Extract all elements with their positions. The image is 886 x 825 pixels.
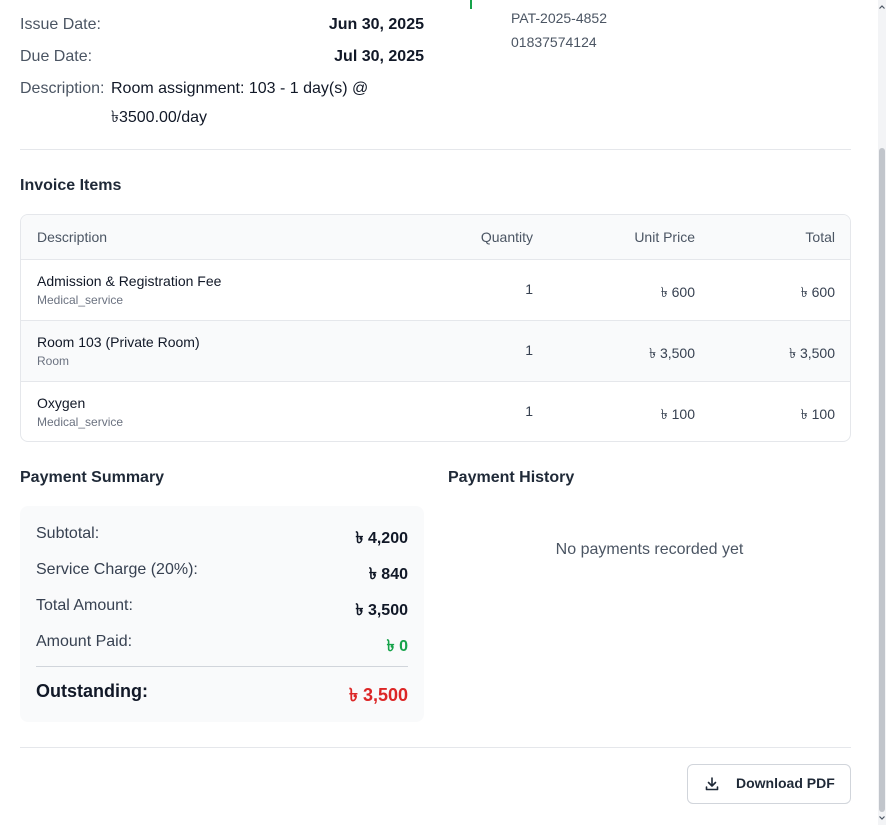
footer-divider	[20, 747, 851, 748]
item-total: ৳ 100	[800, 406, 835, 422]
item-category: Medical_service	[37, 293, 124, 307]
item-unit-price: ৳ 3,500	[649, 345, 695, 361]
item-name: Room 103 (Private Room)	[37, 334, 200, 350]
total-amount-label: Total Amount:	[36, 597, 133, 614]
payment-summary-title: Payment Summary	[20, 469, 165, 486]
scroll-up-icon[interactable]	[878, 0, 886, 14]
outstanding-row: Outstanding: ৳ 3,500	[36, 681, 408, 707]
payment-history-empty: No payments recorded yet	[555, 541, 744, 558]
description-label: Description:	[20, 80, 105, 97]
item-quantity: 1	[525, 342, 533, 358]
header-quantity: Quantity	[480, 229, 533, 245]
item-category: Medical_service	[37, 415, 124, 429]
item-total: ৳ 3,500	[789, 345, 835, 361]
service-charge-label: Service Charge (20%):	[36, 561, 198, 578]
due-date-row: Due Date: Jul 30, 2025	[20, 45, 424, 69]
download-pdf-button[interactable]: Download PDF	[687, 764, 851, 804]
subtotal-row: Subtotal: ৳ 4,200	[36, 525, 408, 547]
summary-divider	[36, 666, 408, 667]
amount-paid-value: ৳ 0	[386, 638, 408, 655]
payment-summary-box: Subtotal: ৳ 4,200 Service Charge (20%): …	[20, 506, 424, 722]
item-quantity: 1	[525, 403, 533, 419]
total-amount-value: ৳ 3,500	[355, 602, 408, 619]
total-amount-row: Total Amount: ৳ 3,500	[36, 597, 408, 619]
header-unit-price: Unit Price	[634, 229, 695, 245]
header-description: Description	[37, 229, 108, 245]
issue-date-value: Jun 30, 2025	[328, 16, 424, 33]
download-pdf-label: Download PDF	[736, 775, 835, 791]
service-charge-value: ৳ 840	[368, 566, 408, 583]
header-total: Total	[805, 229, 835, 245]
description-line-2: ৳3500.00/day	[111, 109, 208, 126]
divider	[20, 149, 851, 150]
invoice-items-table: Description Quantity Unit Price Total Ad…	[20, 214, 851, 442]
item-category: Room	[37, 354, 70, 368]
invoice-items-title: Invoice Items	[20, 177, 122, 194]
table-header: Description Quantity Unit Price Total	[21, 215, 850, 259]
subtotal-label: Subtotal:	[36, 525, 100, 542]
amount-paid-label: Amount Paid:	[36, 633, 133, 650]
item-unit-price: ৳ 100	[660, 406, 695, 422]
subtotal-value: ৳ 4,200	[355, 530, 408, 547]
amount-paid-row: Amount Paid: ৳ 0	[36, 633, 408, 655]
issue-date-row: Issue Date: Jun 30, 2025	[20, 13, 424, 37]
item-name: Admission & Registration Fee	[37, 273, 222, 289]
scroll-down-icon[interactable]	[878, 812, 886, 825]
download-icon	[705, 777, 719, 791]
due-date-value: Jul 30, 2025	[334, 48, 424, 65]
scrollbar-thumb[interactable]	[879, 148, 885, 812]
outstanding-value: ৳ 3,500	[348, 685, 408, 705]
issue-date-label: Issue Date:	[20, 16, 101, 33]
table-row: Room 103 (Private Room) Room 1 ৳ 3,500 ৳…	[21, 320, 850, 381]
patient-id: PAT-2025-4852	[511, 10, 607, 26]
patient-phone: 01837574124	[511, 34, 597, 50]
table-row: Oxygen Medical_service 1 ৳ 100 ৳ 100	[21, 381, 850, 441]
status-indicator	[470, 0, 472, 9]
outstanding-label: Outstanding:	[36, 681, 148, 701]
table-row: Admission & Registration Fee Medical_ser…	[21, 259, 850, 320]
due-date-label: Due Date:	[20, 48, 93, 65]
item-quantity: 1	[525, 281, 533, 297]
description-line-1: Room assignment: 103 - 1 day(s) @	[111, 80, 369, 97]
item-name: Oxygen	[37, 395, 86, 411]
service-charge-row: Service Charge (20%): ৳ 840	[36, 561, 408, 583]
payment-history-title: Payment History	[448, 469, 575, 486]
item-total: ৳ 600	[800, 284, 835, 300]
item-unit-price: ৳ 600	[660, 284, 695, 300]
